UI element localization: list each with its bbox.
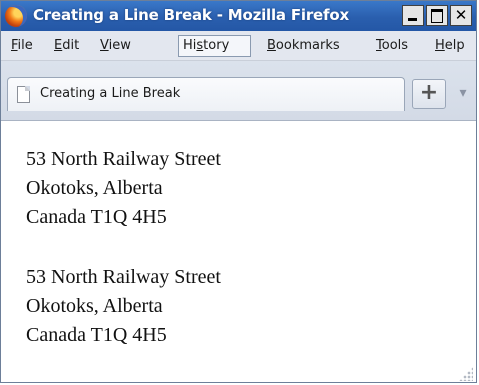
menu-file[interactable]: File (7, 35, 37, 57)
menu-tools[interactable]: Tools (372, 35, 412, 57)
address-line: 53 North Railway Street (26, 266, 221, 288)
window-title: Creating a Line Break - Mozilla Firefox (33, 6, 349, 24)
firefox-logo-icon[interactable] (5, 5, 27, 27)
close-button[interactable]: ✕ (450, 5, 472, 26)
menu-view[interactable]: View (96, 35, 135, 57)
browser-window: Creating a Line Break - Mozilla Firefox … (0, 0, 477, 383)
menu-edit[interactable]: Edit (50, 35, 83, 57)
address-line: Okotoks, Alberta (26, 177, 163, 199)
maximize-button[interactable] (426, 5, 448, 26)
address-line: Okotoks, Alberta (26, 295, 163, 317)
menu-bar: File Edit View History Bookmarks Tools H… (1, 31, 476, 61)
close-icon: ✕ (454, 6, 468, 24)
menu-bookmarks[interactable]: Bookmarks (263, 35, 344, 57)
menu-help[interactable]: Help (431, 35, 469, 57)
page-icon (17, 86, 30, 103)
tab-creating-a-line-break[interactable]: Creating a Line Break (7, 77, 405, 111)
title-bar[interactable]: Creating a Line Break - Mozilla Firefox … (1, 1, 476, 31)
resize-grip-icon[interactable] (459, 367, 473, 381)
address-line: Canada T1Q 4H5 (26, 206, 167, 228)
new-tab-button[interactable]: + (412, 79, 446, 109)
tab-label: Creating a Line Break (40, 86, 181, 101)
page-content: 53 North Railway Street Okotoks, Alberta… (1, 121, 476, 382)
menu-history[interactable]: History (178, 35, 251, 57)
address-line: 53 North Railway Street (26, 148, 221, 170)
window-controls: ✕ (400, 5, 472, 26)
address-paragraph: 53 North Railway Street Okotoks, Alberta… (26, 263, 221, 350)
tab-strip: Creating a Line Break + ▾ (1, 61, 476, 121)
address-paragraph: 53 North Railway Street Okotoks, Alberta… (26, 145, 221, 232)
minimize-button[interactable] (402, 5, 424, 26)
address-line: Canada T1Q 4H5 (26, 324, 167, 346)
list-all-tabs-button[interactable]: ▾ (453, 79, 473, 109)
